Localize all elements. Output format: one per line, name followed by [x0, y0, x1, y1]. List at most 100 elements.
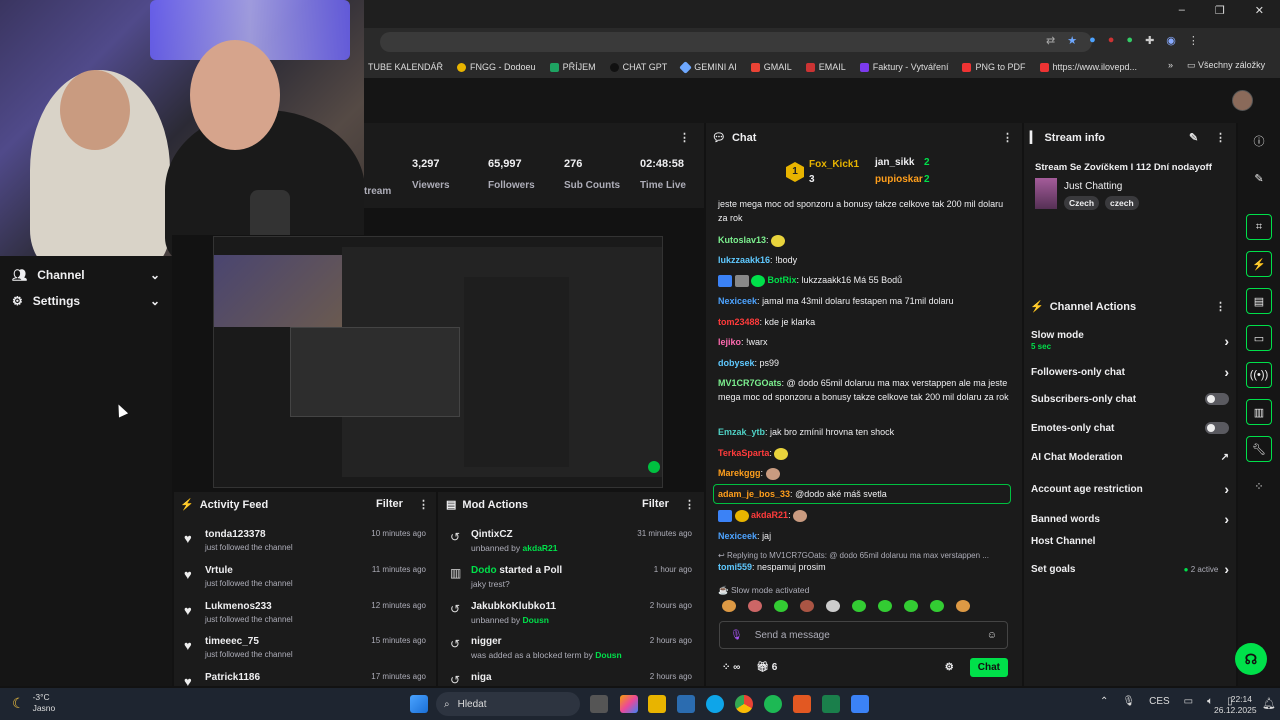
- bookmark[interactable]: CHAT GPT: [609, 62, 667, 72]
- tools-button[interactable]: 🔧︎: [1246, 436, 1272, 462]
- account-age-action[interactable]: Account age restriction ›: [1031, 481, 1229, 497]
- network-icon[interactable]: ▭: [1184, 696, 1193, 707]
- more-options-icon[interactable]: ⋮: [418, 498, 429, 511]
- extension-icon[interactable]: ●: [1126, 34, 1133, 47]
- chat-settings-icon[interactable]: ⚙: [945, 662, 954, 673]
- slow-mode-action[interactable]: Slow mode 5 sec ›: [1031, 329, 1229, 353]
- profile-icon[interactable]: ◉: [1166, 34, 1176, 47]
- bookmark-icon: [457, 62, 467, 72]
- set-goals-action[interactable]: Set goals ● 2 active ›: [1031, 561, 1229, 577]
- support-button[interactable]: ☊: [1235, 643, 1267, 675]
- outlook-icon[interactable]: [677, 695, 695, 713]
- category-name[interactable]: Just Chatting: [1064, 181, 1122, 192]
- microphone-icon[interactable]: 🎙︎: [730, 630, 743, 641]
- emote-icon[interactable]: [722, 600, 736, 612]
- address-bar[interactable]: [380, 32, 1092, 52]
- more-bookmarks-button[interactable]: »: [1168, 60, 1173, 71]
- windows-start-icon[interactable]: [410, 695, 428, 713]
- maximize-button[interactable]: ❐: [1215, 4, 1225, 17]
- edit-icon[interactable]: ✎: [1189, 131, 1198, 144]
- bookmark[interactable]: PŘÍJEM: [549, 62, 596, 72]
- gift-count[interactable]: 🎁︎ 6: [756, 662, 777, 673]
- copilot-icon[interactable]: [620, 695, 638, 713]
- bookmark[interactable]: TUBE KALENDÁŘ: [368, 62, 443, 72]
- emote-icon[interactable]: [826, 600, 840, 612]
- clip-button[interactable]: ⌗: [1246, 214, 1272, 240]
- broadcast-button[interactable]: ((•)): [1246, 362, 1272, 388]
- emote-icon[interactable]: [774, 600, 788, 612]
- more-options-icon[interactable]: ⋮: [679, 131, 690, 144]
- chat-input[interactable]: 🎙︎ Send a message ☺: [719, 621, 1008, 649]
- volume-icon[interactable]: 🔈︎: [1207, 696, 1213, 707]
- bookmark[interactable]: EMAIL: [805, 62, 846, 72]
- tag[interactable]: czech: [1105, 196, 1139, 210]
- spotify-icon[interactable]: [764, 695, 782, 713]
- star-icon[interactable]: ★: [1067, 34, 1077, 47]
- bookmark[interactable]: PNG to PDF: [962, 62, 1026, 72]
- storage-button[interactable]: ▥: [1246, 399, 1272, 425]
- emote-icon[interactable]: [748, 600, 762, 612]
- notification-icon[interactable]: 🔔︎: [1262, 697, 1276, 710]
- chat-send-button[interactable]: Chat: [969, 657, 1008, 677]
- chat-button[interactable]: ▭: [1246, 325, 1272, 351]
- emote-icon[interactable]: [930, 600, 944, 612]
- emotes-only-toggle[interactable]: [1205, 422, 1229, 434]
- notepad-icon[interactable]: [851, 695, 869, 713]
- all-bookmarks-button[interactable]: ▭ Všechny záložky: [1187, 60, 1265, 71]
- bookmark[interactable]: GEMINI AI: [679, 60, 737, 74]
- host-channel-action[interactable]: Host Channel: [1031, 536, 1229, 547]
- language-indicator[interactable]: CES: [1149, 696, 1170, 707]
- translate-icon[interactable]: ⇄: [1046, 34, 1055, 47]
- edit-button[interactable]: ✎: [1246, 165, 1272, 191]
- more-options-icon[interactable]: ⋮: [684, 498, 695, 511]
- community-button[interactable]: ⁘: [1246, 473, 1272, 499]
- tag[interactable]: Czech: [1064, 196, 1100, 210]
- emoji-icon[interactable]: ☺: [987, 630, 997, 641]
- followers-only-action[interactable]: Followers-only chat ›: [1031, 364, 1229, 380]
- badge-icon: [718, 274, 732, 287]
- taskbar-search[interactable]: ⌕ Hledat: [436, 692, 580, 716]
- extension-icon[interactable]: ●: [1089, 34, 1096, 47]
- chevron-up-icon[interactable]: ⌃: [1100, 696, 1108, 707]
- emote-icon[interactable]: [800, 600, 814, 612]
- microphone-icon[interactable]: 🎙︎: [1122, 696, 1135, 707]
- chrome-icon[interactable]: [735, 695, 753, 713]
- puzzle-icon[interactable]: ✚: [1145, 34, 1154, 47]
- bookmark[interactable]: FNGG - Dodoeu: [457, 62, 536, 72]
- emote-icon[interactable]: [852, 600, 866, 612]
- mod-filter-button[interactable]: Filter: [642, 498, 669, 510]
- more-options-icon[interactable]: ⋮: [1215, 131, 1226, 144]
- more-options-icon[interactable]: ⋮: [1215, 300, 1226, 313]
- bookmark[interactable]: GMAIL: [750, 62, 792, 72]
- subscribers-only-toggle[interactable]: [1205, 393, 1229, 405]
- user-avatar[interactable]: [1232, 90, 1253, 111]
- clock[interactable]: 22:14 26.12.2025: [1214, 694, 1257, 716]
- task-view-icon[interactable]: [590, 695, 608, 713]
- menu-icon[interactable]: ⋮: [1188, 34, 1199, 47]
- activity-filter-button[interactable]: Filter: [376, 498, 403, 510]
- notes-button[interactable]: ▤: [1246, 288, 1272, 314]
- excel-icon[interactable]: [822, 695, 840, 713]
- file-explorer-icon[interactable]: [648, 695, 666, 713]
- lightning-button[interactable]: ⚡: [1246, 251, 1272, 277]
- ai-moderation-action[interactable]: AI Chat Moderation ↗: [1031, 452, 1229, 463]
- emote-icon[interactable]: [904, 600, 918, 612]
- emote-icon[interactable]: [878, 600, 892, 612]
- bookmark[interactable]: Faktury - Vytváření: [859, 62, 948, 72]
- infinity-icon[interactable]: ⁘ ∞: [722, 662, 740, 673]
- edge-icon[interactable]: [706, 695, 724, 713]
- left-sidebar: 👥︎ Channel ⌄ ⚙ Settings ⌄: [0, 256, 172, 686]
- sidebar-item-settings[interactable]: ⚙ Settings ⌄: [12, 294, 160, 308]
- sidebar-item-channel[interactable]: 👥︎ Channel ⌄: [12, 268, 160, 282]
- close-window-button[interactable]: ✕: [1255, 4, 1264, 17]
- info-button[interactable]: ⓘ: [1246, 128, 1272, 154]
- app-icon[interactable]: [793, 695, 811, 713]
- bookmark[interactable]: https://www.ilovepd...: [1039, 62, 1137, 72]
- minimize-button[interactable]: –: [1179, 4, 1185, 17]
- banned-words-action[interactable]: Banned words ›: [1031, 511, 1229, 527]
- weather-widget[interactable]: ☾ -3°C Jasno: [12, 692, 55, 714]
- extension-icon[interactable]: ●: [1108, 34, 1115, 47]
- stream-preview[interactable]: [213, 236, 663, 488]
- emote-icon[interactable]: [956, 600, 970, 612]
- more-options-icon[interactable]: ⋮: [1002, 131, 1013, 144]
